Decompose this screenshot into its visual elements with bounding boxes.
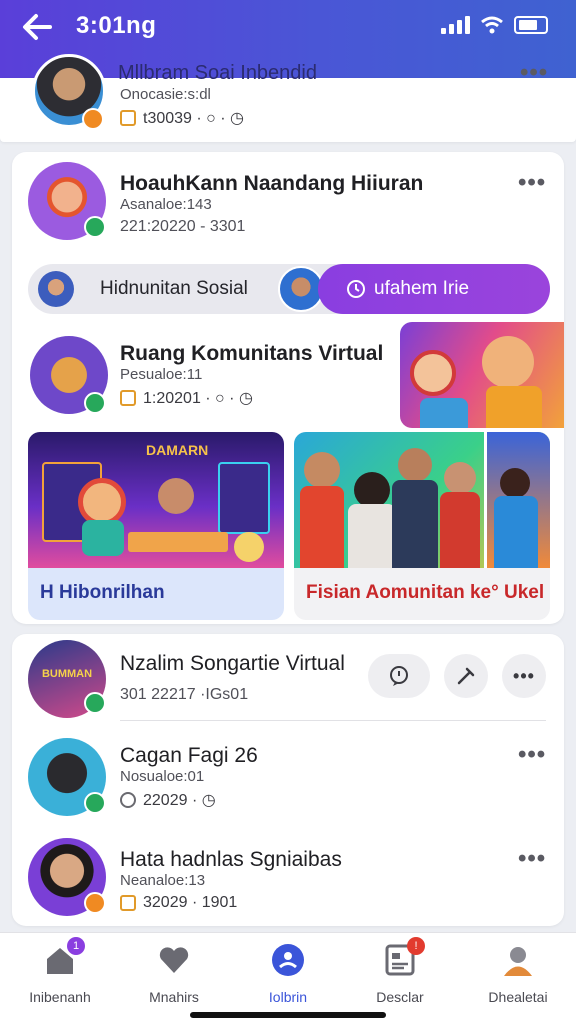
list-item-subtitle: 301 22217 ·IGs01 — [120, 686, 249, 703]
list-item-meta-text: 32029 · 1901 — [143, 894, 238, 911]
status-icons — [441, 16, 548, 34]
join-button-label: ufahem Irie — [374, 278, 470, 299]
avatar — [38, 271, 74, 307]
divider — [120, 720, 546, 721]
more-icon: ••• — [513, 665, 535, 686]
document-icon: ! — [383, 937, 425, 977]
media-caption: H Hibonrilhan — [40, 582, 165, 603]
community-switcher[interactable]: Hidnunitan Sosial ufahem Irie — [28, 264, 550, 314]
status-badge — [82, 108, 104, 130]
notification-badge: ! — [407, 937, 425, 955]
nav-label: Iolbrin — [268, 989, 308, 1005]
nav-item-account[interactable]: Dhealetai — [468, 943, 568, 1005]
signal-icon — [441, 16, 470, 34]
back-arrow-icon[interactable] — [20, 12, 54, 42]
pill-left-label: Hidnunitan Sosial — [100, 278, 248, 299]
nav-item-home[interactable]: 1 Inibenanh — [10, 937, 110, 1005]
community-subtitle: Pesualoe:11 — [120, 366, 203, 383]
verified-badge — [84, 392, 106, 414]
community-meta-text: 1:20201 · ○ · ◷ — [143, 390, 253, 407]
verified-badge — [84, 792, 106, 814]
post-meta: 221:20220 - 3301 — [120, 218, 246, 235]
avatar-icon — [501, 943, 535, 977]
post-title[interactable]: HoauhKann Naandang Hiiuran — [120, 172, 423, 196]
nav-item-favorites[interactable]: Mnahirs — [124, 943, 224, 1005]
nav-label: Inibenanh — [29, 989, 91, 1005]
nav-label: Desclar — [376, 989, 424, 1005]
list-item-meta-text: 22029 · ◷ — [143, 792, 216, 809]
status-time: 3:01ng — [76, 12, 157, 39]
top-card-meta-text: t30039 · ○ · ◷ — [143, 110, 244, 127]
page-title: Mllbram Soai Inbendid — [118, 62, 317, 84]
clock-icon — [347, 280, 365, 298]
media-caption: Fisian Aomunitan ke° Ukel — [306, 582, 545, 603]
wifi-icon — [481, 16, 503, 34]
top-card-subtitle: Onocasie:s:dl — [120, 86, 211, 103]
list-item-meta: 22029 · ◷ — [120, 790, 216, 810]
nav-item-documents[interactable]: ! Desclar — [350, 937, 450, 1005]
box-icon — [120, 895, 136, 911]
comment-button[interactable] — [368, 654, 430, 698]
notification-badge: 1 — [67, 937, 85, 955]
more-options-button[interactable]: ••• — [502, 654, 546, 698]
media-tile[interactable]: Fisian Aomunitan ke° Ukel — [294, 432, 550, 620]
list-item-subtitle: Neanaloe:13 — [120, 872, 206, 889]
more-options-button[interactable]: ••• — [518, 847, 546, 871]
more-options-button[interactable]: ••• — [518, 171, 546, 195]
speech-bubble-icon — [390, 666, 408, 686]
community-photo — [294, 432, 550, 568]
status-badge — [84, 892, 106, 914]
battery-icon — [514, 16, 548, 34]
cartoon-illustration — [400, 322, 564, 428]
poster-text: BUMMAN — [41, 668, 93, 680]
nav-label: Dhealetai — [488, 989, 548, 1005]
list-item-meta: 32029 · 1901 — [120, 894, 237, 912]
community-meta: 1:20201 · ○ · ◷ — [120, 388, 253, 408]
post-subtitle: Asanaloe:143 — [120, 196, 212, 213]
bottom-nav: 1 Inibenanh Mnahirs Iolbrin ! Desclar Dh… — [0, 932, 576, 1024]
list-item-title[interactable]: Cagan Fagi 26 — [120, 744, 258, 768]
heart-icon — [157, 943, 191, 977]
home-icon: 1 — [43, 937, 85, 977]
media-tile[interactable]: DAMARN H Hibonrilhan — [28, 432, 284, 620]
list-item-subtitle: Nosualoe:01 — [120, 768, 205, 785]
hammer-icon — [457, 667, 475, 685]
join-button[interactable]: ufahem Irie — [318, 264, 550, 314]
top-card-meta: t30039 · ○ · ◷ — [120, 108, 244, 128]
verified-badge — [84, 216, 106, 238]
list-item-title[interactable]: Hata hadnlas Sgniaibas — [120, 848, 342, 872]
nav-label: Mnahirs — [149, 989, 199, 1005]
share-button[interactable] — [444, 654, 488, 698]
verified-badge — [84, 692, 106, 714]
box-icon — [120, 390, 136, 406]
poster-text: DAMARN — [146, 442, 209, 458]
more-options-button[interactable]: ••• — [518, 743, 546, 767]
concert-image: DAMARN — [28, 432, 284, 568]
list-item-title[interactable]: Nzalim Songartie Virtual — [120, 652, 345, 676]
box-icon — [120, 110, 136, 126]
circle-icon — [120, 792, 136, 808]
community-title[interactable]: Ruang Komunitans Virtual — [120, 342, 383, 366]
profile-icon — [271, 943, 305, 977]
nav-item-profile[interactable]: Iolbrin — [238, 943, 338, 1005]
home-indicator — [190, 1012, 386, 1018]
more-options-button[interactable]: ••• — [520, 61, 548, 85]
